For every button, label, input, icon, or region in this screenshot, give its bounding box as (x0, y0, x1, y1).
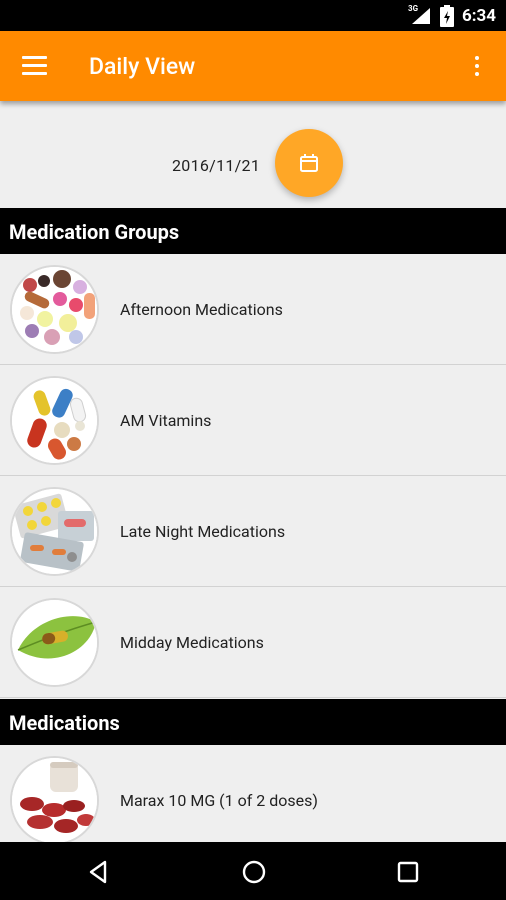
battery-icon (440, 5, 454, 27)
section-header-medications: Medications (0, 699, 506, 745)
back-icon[interactable] (83, 856, 115, 888)
date-selector: 2016/11/21 (0, 101, 506, 208)
signal-icon (412, 8, 430, 24)
calendar-icon (300, 154, 318, 172)
group-row-midday[interactable]: Midday Medications (0, 587, 506, 698)
vitamins-image (10, 376, 99, 465)
page-title: Daily View (89, 53, 196, 80)
status-bar: 3G 6:34 (0, 0, 506, 31)
group-row-afternoon[interactable]: Afternoon Medications (0, 254, 506, 365)
red-pills-image (10, 756, 99, 845)
pills-image (10, 265, 99, 354)
recents-icon[interactable] (392, 856, 424, 888)
menu-icon[interactable] (22, 56, 48, 76)
medication-row[interactable]: Marax 10 MG (1 of 2 doses) (0, 745, 506, 856)
home-icon[interactable] (238, 856, 270, 888)
section-header-groups: Medication Groups (0, 208, 506, 254)
leaf-capsule-image (10, 598, 99, 687)
blister-pack-image (10, 487, 99, 576)
app-bar: Daily View (0, 31, 506, 101)
group-label: Midday Medications (120, 633, 264, 652)
group-label: Afternoon Medications (120, 300, 283, 319)
medication-label: Marax 10 MG (1 of 2 doses) (120, 791, 318, 810)
group-label: Late Night Medications (120, 522, 286, 541)
group-label: AM Vitamins (120, 411, 212, 430)
group-row-am-vitamins[interactable]: AM Vitamins (0, 365, 506, 476)
more-options-icon[interactable] (468, 56, 486, 78)
navigation-bar (0, 842, 506, 900)
group-row-late-night[interactable]: Late Night Medications (0, 476, 506, 587)
selected-date: 2016/11/21 (172, 156, 261, 175)
calendar-button[interactable] (275, 129, 343, 197)
clock: 6:34 (461, 6, 496, 26)
